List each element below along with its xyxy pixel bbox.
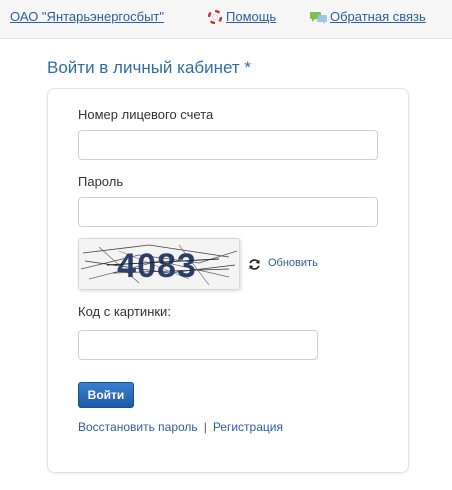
auth-links: Восстановить пароль | Регистрация [78,420,283,434]
page-title: Войти в личный кабинет * [47,58,252,77]
restore-password-link[interactable]: Восстановить пароль [78,420,198,434]
top-navigation: ОАО "Янтарьэнергосбыт" Помощь Обратная с… [0,0,452,39]
captcha-code: 4083 [117,247,197,285]
password-label: Пароль [78,174,124,189]
help-link[interactable]: Помощь [226,9,276,24]
lifebuoy-icon [208,10,222,24]
register-link[interactable]: Регистрация [213,420,283,434]
account-number-label: Номер лицевого счета [78,107,214,122]
captcha-code-label: Код с картинки: [78,304,171,319]
account-number-input[interactable] [78,130,378,160]
company-link[interactable]: ОАО "Янтарьэнергосбыт" [10,9,164,24]
feedback-link[interactable]: Обратная связь [330,9,426,24]
login-button[interactable]: Войти [78,382,134,408]
links-separator: | [203,420,207,434]
password-input[interactable] [78,197,378,227]
captcha-code-input[interactable] [78,330,318,360]
refresh-captcha-link[interactable]: Обновить [268,257,318,269]
speech-bubbles-icon [310,12,327,24]
refresh-icon [249,259,260,270]
captcha-image: 4083 [78,238,240,290]
